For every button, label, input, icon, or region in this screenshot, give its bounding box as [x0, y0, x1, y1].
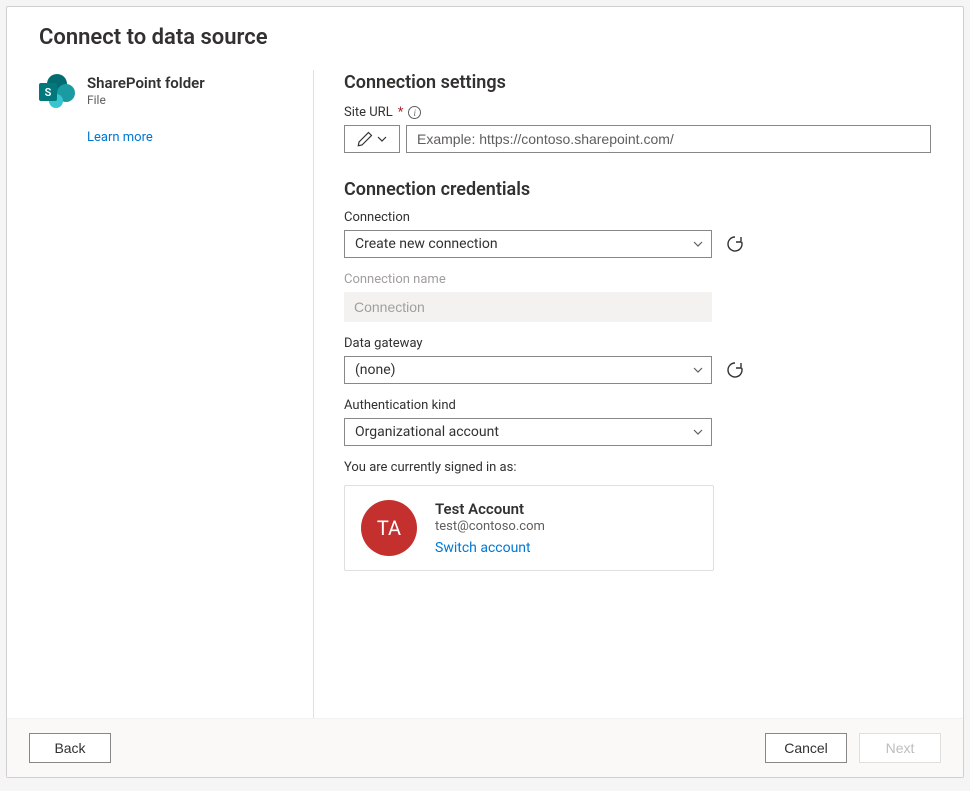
site-url-field: Site URL * i: [344, 105, 931, 153]
chevron-down-icon: [377, 134, 387, 144]
info-icon[interactable]: i: [408, 106, 421, 119]
auth-kind-dropdown[interactable]: Organizational account: [344, 418, 712, 446]
connector-summary: S SharePoint folder File: [39, 74, 293, 110]
dialog-body: S SharePoint folder File Learn more Conn…: [7, 70, 963, 718]
dialog-title: Connect to data source: [7, 7, 963, 70]
connector-name: SharePoint folder: [87, 74, 205, 92]
site-url-input[interactable]: [406, 125, 931, 153]
auth-kind-field: Authentication kind Organizational accou…: [344, 398, 931, 446]
connection-credentials-heading: Connection credentials: [344, 179, 931, 200]
chevron-down-icon: [693, 365, 703, 375]
connection-field: Connection Create new connection: [344, 210, 931, 258]
back-button[interactable]: Back: [29, 733, 111, 763]
learn-more-link[interactable]: Learn more: [87, 130, 293, 145]
data-gateway-label: Data gateway: [344, 336, 931, 351]
required-mark: *: [398, 105, 404, 120]
edit-url-mode-button[interactable]: [344, 125, 400, 153]
dialog-footer: Back Cancel Next: [7, 718, 963, 777]
current-account-card: TA Test Account test@contoso.com Switch …: [344, 485, 714, 571]
refresh-icon[interactable]: [726, 361, 744, 379]
data-gateway-field: Data gateway (none): [344, 336, 931, 384]
connect-data-source-dialog: Connect to data source S SharePoint fold…: [6, 6, 964, 778]
connection-name-label: Connection name: [344, 272, 931, 287]
connector-subtype: File: [87, 93, 205, 107]
connection-label: Connection: [344, 210, 931, 225]
site-url-label: Site URL * i: [344, 105, 931, 120]
next-button: Next: [859, 733, 941, 763]
avatar: TA: [361, 500, 417, 556]
account-name: Test Account: [435, 500, 545, 518]
data-gateway-dropdown[interactable]: (none): [344, 356, 712, 384]
connection-name-input: [344, 292, 712, 322]
cancel-button[interactable]: Cancel: [765, 733, 847, 763]
switch-account-link[interactable]: Switch account: [435, 540, 545, 556]
pencil-icon: [357, 131, 373, 147]
auth-kind-label: Authentication kind: [344, 398, 931, 413]
signed-in-label: You are currently signed in as:: [344, 460, 931, 475]
sharepoint-icon: S: [39, 74, 75, 110]
connector-sidebar: S SharePoint folder File Learn more: [39, 70, 314, 718]
connection-settings-heading: Connection settings: [344, 72, 931, 93]
connection-dropdown[interactable]: Create new connection: [344, 230, 712, 258]
refresh-icon[interactable]: [726, 235, 744, 253]
connection-name-field: Connection name: [344, 272, 931, 322]
chevron-down-icon: [693, 427, 703, 437]
chevron-down-icon: [693, 239, 703, 249]
account-email: test@contoso.com: [435, 519, 545, 534]
settings-panel: Connection settings Site URL * i Connect…: [314, 70, 931, 718]
